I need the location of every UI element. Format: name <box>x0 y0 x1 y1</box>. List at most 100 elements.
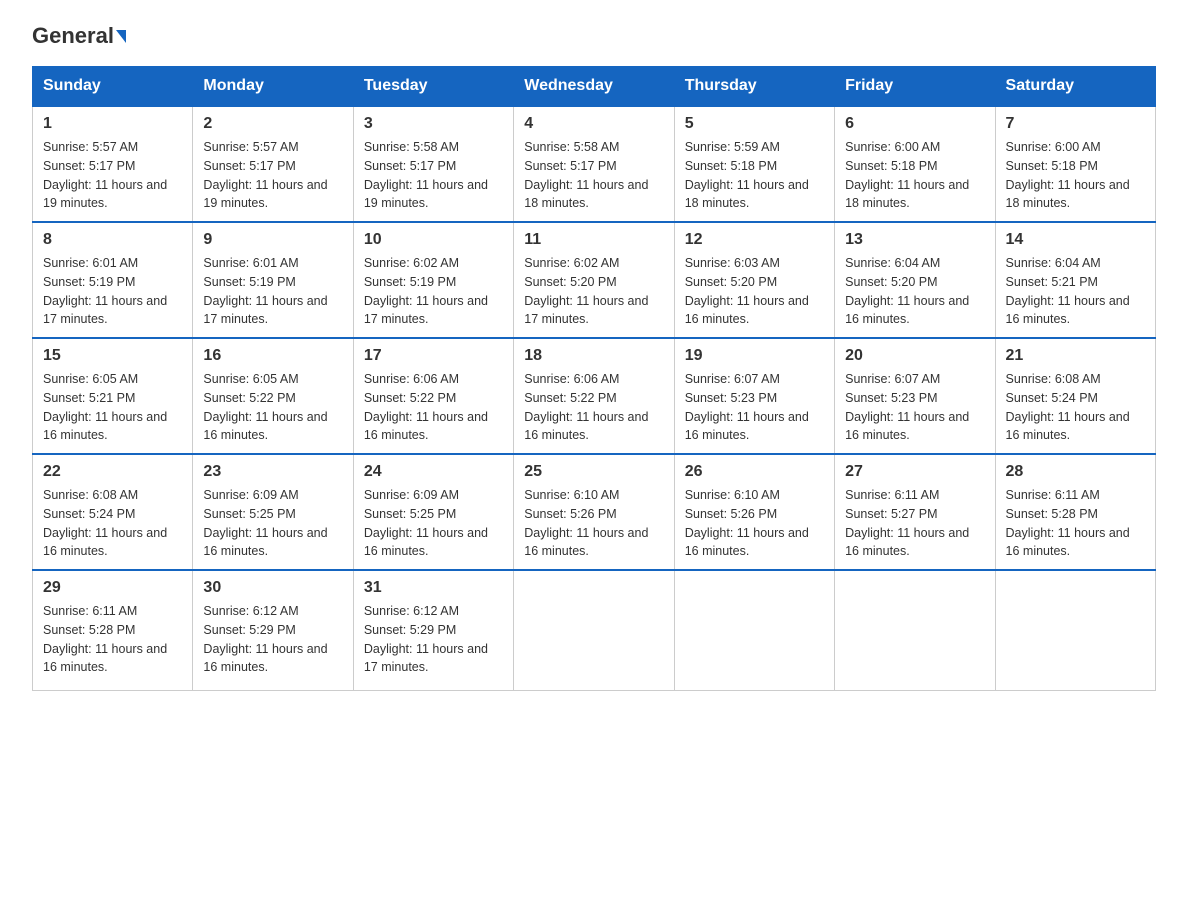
day-number: 3 <box>364 115 503 133</box>
weekday-header-sunday: Sunday <box>33 67 193 107</box>
calendar-day-cell: 10 Sunrise: 6:02 AMSunset: 5:19 PMDayligh… <box>353 222 513 338</box>
day-number: 22 <box>43 463 182 481</box>
weekday-header-monday: Monday <box>193 67 353 107</box>
day-info: Sunrise: 6:08 AMSunset: 5:24 PMDaylight:… <box>43 486 182 561</box>
day-number: 19 <box>685 347 824 365</box>
day-number: 8 <box>43 231 182 249</box>
calendar-empty-cell <box>835 570 995 690</box>
day-info: Sunrise: 6:04 AMSunset: 5:20 PMDaylight:… <box>845 254 984 329</box>
weekday-header-wednesday: Wednesday <box>514 67 674 107</box>
calendar-empty-cell <box>514 570 674 690</box>
calendar-empty-cell <box>674 570 834 690</box>
day-info: Sunrise: 5:57 AMSunset: 5:17 PMDaylight:… <box>43 138 182 213</box>
day-info: Sunrise: 6:04 AMSunset: 5:21 PMDaylight:… <box>1006 254 1145 329</box>
day-number: 13 <box>845 231 984 249</box>
day-info: Sunrise: 6:10 AMSunset: 5:26 PMDaylight:… <box>524 486 663 561</box>
day-info: Sunrise: 6:06 AMSunset: 5:22 PMDaylight:… <box>364 370 503 445</box>
calendar-day-cell: 13 Sunrise: 6:04 AMSunset: 5:20 PMDayligh… <box>835 222 995 338</box>
day-info: Sunrise: 6:07 AMSunset: 5:23 PMDaylight:… <box>685 370 824 445</box>
day-info: Sunrise: 6:12 AMSunset: 5:29 PMDaylight:… <box>364 602 503 677</box>
logo-arrow-icon <box>116 30 126 43</box>
calendar-day-cell: 17 Sunrise: 6:06 AMSunset: 5:22 PMDayligh… <box>353 338 513 454</box>
calendar-day-cell: 5 Sunrise: 5:59 AMSunset: 5:18 PMDaylight… <box>674 106 834 222</box>
calendar-day-cell: 12 Sunrise: 6:03 AMSunset: 5:20 PMDayligh… <box>674 222 834 338</box>
day-number: 12 <box>685 231 824 249</box>
weekday-header-tuesday: Tuesday <box>353 67 513 107</box>
calendar-day-cell: 6 Sunrise: 6:00 AMSunset: 5:18 PMDaylight… <box>835 106 995 222</box>
day-info: Sunrise: 6:03 AMSunset: 5:20 PMDaylight:… <box>685 254 824 329</box>
calendar-day-cell: 3 Sunrise: 5:58 AMSunset: 5:17 PMDaylight… <box>353 106 513 222</box>
day-number: 26 <box>685 463 824 481</box>
calendar-day-cell: 24Sunrise: 6:09 AMSunset: 5:25 PMDayligh… <box>353 454 513 570</box>
calendar-day-cell: 2Sunrise: 5:57 AMSunset: 5:17 PMDaylight… <box>193 106 353 222</box>
calendar-day-cell: 18 Sunrise: 6:06 AMSunset: 5:22 PMDayligh… <box>514 338 674 454</box>
logo: General <box>32 24 126 48</box>
calendar-day-cell: 19 Sunrise: 6:07 AMSunset: 5:23 PMDayligh… <box>674 338 834 454</box>
calendar-week-row: 15 Sunrise: 6:05 AMSunset: 5:21 PMDayligh… <box>33 338 1156 454</box>
calendar-day-cell: 22 Sunrise: 6:08 AMSunset: 5:24 PMDayligh… <box>33 454 193 570</box>
weekday-header-saturday: Saturday <box>995 67 1155 107</box>
day-number: 20 <box>845 347 984 365</box>
calendar-day-cell: 8Sunrise: 6:01 AMSunset: 5:19 PMDaylight… <box>33 222 193 338</box>
logo-text-general: General <box>32 24 114 48</box>
day-number: 28 <box>1006 463 1145 481</box>
day-number: 30 <box>203 579 342 597</box>
day-info: Sunrise: 6:11 AMSunset: 5:28 PMDaylight:… <box>43 602 182 677</box>
day-number: 5 <box>685 115 824 133</box>
weekday-header-thursday: Thursday <box>674 67 834 107</box>
calendar-day-cell: 27Sunrise: 6:11 AMSunset: 5:27 PMDayligh… <box>835 454 995 570</box>
day-number: 2 <box>203 115 342 133</box>
calendar-day-cell: 26 Sunrise: 6:10 AMSunset: 5:26 PMDayligh… <box>674 454 834 570</box>
calendar-empty-cell <box>995 570 1155 690</box>
day-number: 10 <box>364 231 503 249</box>
day-info: Sunrise: 6:08 AMSunset: 5:24 PMDaylight:… <box>1006 370 1145 445</box>
calendar-week-row: 8 Sunrise: 6:01 AMSunset: 5:19 PMDaylight… <box>33 222 1156 338</box>
day-number: 7 <box>1006 115 1145 133</box>
calendar-day-cell: 28 Sunrise: 6:11 AMSunset: 5:28 PMDayligh… <box>995 454 1155 570</box>
day-info: Sunrise: 6:02 AMSunset: 5:19 PMDaylight:… <box>364 254 503 329</box>
calendar-week-row: 1 Sunrise: 5:57 AMSunset: 5:17 PMDaylight… <box>33 106 1156 222</box>
day-number: 4 <box>524 115 663 133</box>
day-number: 18 <box>524 347 663 365</box>
day-info: Sunrise: 6:09 AMSunset: 5:25 PMDaylight:… <box>203 486 342 561</box>
day-info: Sunrise: 6:00 AMSunset: 5:18 PMDaylight:… <box>845 138 984 213</box>
day-info: Sunrise: 6:01 AMSunset: 5:19 PMDaylight:… <box>203 254 342 329</box>
calendar-day-cell: 9Sunrise: 6:01 AMSunset: 5:19 PMDaylight… <box>193 222 353 338</box>
calendar-day-cell: 30 Sunrise: 6:12 AMSunset: 5:29 PMDayligh… <box>193 570 353 690</box>
page-header: General <box>32 24 1156 48</box>
day-info: Sunrise: 6:10 AMSunset: 5:26 PMDaylight:… <box>685 486 824 561</box>
day-number: 1 <box>43 115 182 133</box>
calendar-day-cell: 23 Sunrise: 6:09 AMSunset: 5:25 PMDayligh… <box>193 454 353 570</box>
weekday-header-row: SundayMondayTuesdayWednesdayThursdayFrid… <box>33 67 1156 107</box>
calendar-table: SundayMondayTuesdayWednesdayThursdayFrid… <box>32 66 1156 691</box>
day-info: Sunrise: 6:12 AMSunset: 5:29 PMDaylight:… <box>203 602 342 677</box>
day-number: 15 <box>43 347 182 365</box>
day-info: Sunrise: 5:58 AMSunset: 5:17 PMDaylight:… <box>524 138 663 213</box>
day-info: Sunrise: 6:11 AMSunset: 5:28 PMDaylight:… <box>1006 486 1145 561</box>
day-info: Sunrise: 6:09 AMSunset: 5:25 PMDaylight:… <box>364 486 503 561</box>
calendar-day-cell: 11Sunrise: 6:02 AMSunset: 5:20 PMDayligh… <box>514 222 674 338</box>
calendar-day-cell: 16 Sunrise: 6:05 AMSunset: 5:22 PMDayligh… <box>193 338 353 454</box>
day-info: Sunrise: 6:06 AMSunset: 5:22 PMDaylight:… <box>524 370 663 445</box>
day-number: 11 <box>524 231 663 249</box>
calendar-day-cell: 1 Sunrise: 5:57 AMSunset: 5:17 PMDaylight… <box>33 106 193 222</box>
calendar-day-cell: 25Sunrise: 6:10 AMSunset: 5:26 PMDayligh… <box>514 454 674 570</box>
calendar-day-cell: 14 Sunrise: 6:04 AMSunset: 5:21 PMDayligh… <box>995 222 1155 338</box>
day-number: 23 <box>203 463 342 481</box>
day-info: Sunrise: 6:05 AMSunset: 5:22 PMDaylight:… <box>203 370 342 445</box>
day-number: 21 <box>1006 347 1145 365</box>
day-info: Sunrise: 6:05 AMSunset: 5:21 PMDaylight:… <box>43 370 182 445</box>
day-number: 16 <box>203 347 342 365</box>
calendar-day-cell: 20 Sunrise: 6:07 AMSunset: 5:23 PMDayligh… <box>835 338 995 454</box>
day-number: 17 <box>364 347 503 365</box>
calendar-day-cell: 4 Sunrise: 5:58 AMSunset: 5:17 PMDaylight… <box>514 106 674 222</box>
day-number: 6 <box>845 115 984 133</box>
day-number: 14 <box>1006 231 1145 249</box>
calendar-day-cell: 31Sunrise: 6:12 AMSunset: 5:29 PMDayligh… <box>353 570 513 690</box>
day-info: Sunrise: 5:58 AMSunset: 5:17 PMDaylight:… <box>364 138 503 213</box>
day-info: Sunrise: 5:59 AMSunset: 5:18 PMDaylight:… <box>685 138 824 213</box>
calendar-day-cell: 21 Sunrise: 6:08 AMSunset: 5:24 PMDayligh… <box>995 338 1155 454</box>
day-info: Sunrise: 6:07 AMSunset: 5:23 PMDaylight:… <box>845 370 984 445</box>
day-number: 27 <box>845 463 984 481</box>
calendar-week-row: 29Sunrise: 6:11 AMSunset: 5:28 PMDayligh… <box>33 570 1156 690</box>
